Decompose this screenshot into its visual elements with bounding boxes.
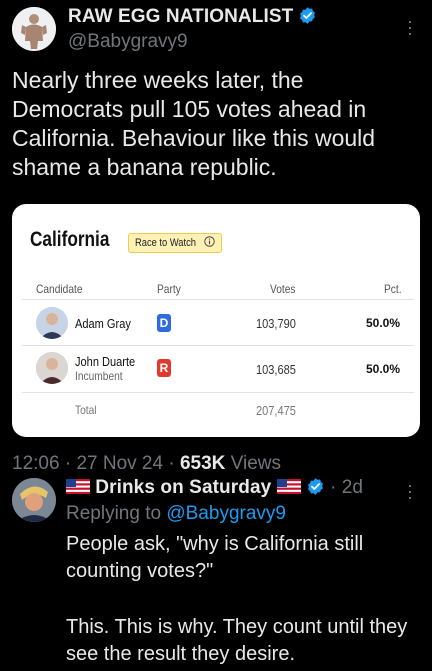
author-handle[interactable]: @Babygravy9 — [68, 31, 188, 53]
reply-avatar[interactable] — [12, 478, 56, 522]
col-header-candidate: Candidate — [36, 282, 83, 296]
candidate-votes: 103,685 — [256, 362, 296, 377]
col-header-pct: Pct. — [384, 282, 402, 296]
col-header-votes: Votes — [270, 282, 296, 296]
author-avatar[interactable] — [12, 7, 56, 51]
meta-separator: · — [168, 453, 175, 474]
candidate-pct: 50.0% — [366, 362, 401, 376]
tweet-time[interactable]: 12:06 — [12, 453, 60, 474]
candidate-votes: 103,790 — [256, 316, 296, 331]
candidate-pct: 50.0% — [366, 316, 401, 330]
meta-separator: · — [330, 477, 337, 498]
table-divider — [22, 299, 414, 300]
total-label: Total — [75, 403, 97, 417]
candidate-photo-duarte — [36, 352, 68, 384]
race-badge-label: Race to Watch — [135, 237, 196, 249]
party-badge-dem: D — [157, 314, 171, 332]
author-avatar-image — [12, 7, 56, 51]
verified-badge-icon — [299, 7, 315, 24]
candidate-photo-gray — [36, 307, 68, 339]
tweet-text: Nearly three weeks later, the Democrats … — [12, 67, 376, 180]
us-flag-icon — [66, 479, 90, 494]
total-votes: 207,475 — [256, 403, 296, 418]
tweet-meta: 12:06 · 27 Nov 24 · 653K Views — [12, 453, 281, 475]
candidate-name: John Duarte — [75, 354, 136, 369]
card-state-title: California — [30, 228, 110, 251]
reply-text-1: People ask, "why is California still cou… — [66, 533, 364, 582]
reply-text-2: This. This is why. They count until they… — [66, 616, 408, 665]
candidate-name: Adam Gray — [75, 316, 131, 331]
us-flag-icon — [276, 479, 301, 494]
race-to-watch-badge: Race to Watch — [128, 233, 222, 253]
table-divider — [22, 392, 414, 393]
author-display-name[interactable]: RAW EGG NATIONALIST — [68, 6, 293, 27]
party-badge-rep: R — [157, 359, 171, 377]
more-options-icon[interactable]: · · · — [405, 12, 415, 42]
tweet-date[interactable]: 27 Nov 24 — [76, 453, 163, 474]
table-divider — [22, 345, 414, 346]
meta-separator: · — [64, 453, 72, 474]
replying-to: Replying to @Babygravy9 — [66, 503, 286, 525]
info-icon — [204, 236, 215, 247]
verified-badge-icon — [307, 478, 323, 495]
candidate-status: Incumbent — [75, 369, 123, 383]
replying-to-handle[interactable]: @Babygravy9 — [166, 503, 286, 524]
reply-avatar-image — [12, 478, 56, 522]
more-options-icon[interactable]: · · · — [405, 476, 415, 506]
views-label: Views — [230, 453, 281, 474]
reply-age[interactable]: 2d — [342, 477, 363, 498]
replying-to-prefix: Replying to — [66, 503, 162, 524]
reply-name-row: Drinks on Saturday · 2d — [66, 477, 363, 499]
views-count[interactable]: 653K — [180, 453, 225, 474]
author-name-row: RAW EGG NATIONALIST — [68, 6, 317, 28]
reply-display-name[interactable]: Drinks on Saturday — [95, 477, 271, 498]
col-header-party: Party — [157, 282, 181, 296]
